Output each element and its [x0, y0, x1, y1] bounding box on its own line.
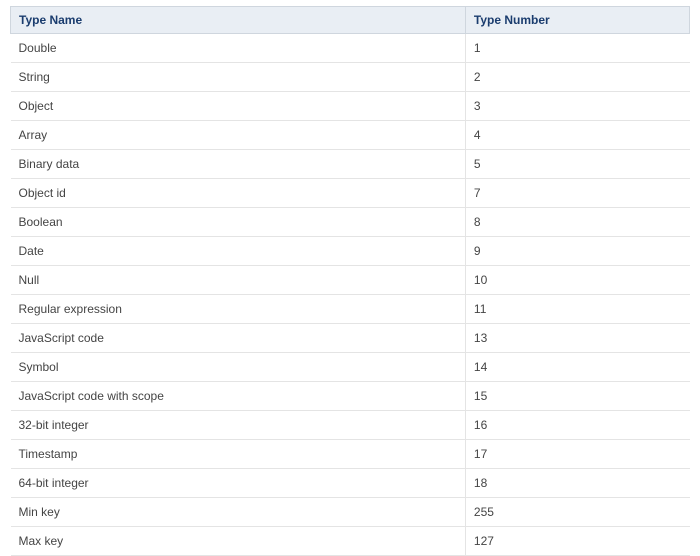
table-row: JavaScript code with scope 15 [11, 382, 690, 411]
cell-type-number: 15 [465, 382, 689, 411]
table-row: Max key 127 [11, 527, 690, 556]
cell-type-name: Min key [11, 498, 466, 527]
cell-type-name: Symbol [11, 353, 466, 382]
table-row: Boolean 8 [11, 208, 690, 237]
table-row: 64-bit integer 18 [11, 469, 690, 498]
cell-type-number: 13 [465, 324, 689, 353]
cell-type-name: JavaScript code [11, 324, 466, 353]
types-table: Type Name Type Number Double 1 String 2 … [10, 6, 690, 556]
table-row: Symbol 14 [11, 353, 690, 382]
cell-type-name: 32-bit integer [11, 411, 466, 440]
cell-type-name: Boolean [11, 208, 466, 237]
cell-type-number: 3 [465, 92, 689, 121]
cell-type-name: Date [11, 237, 466, 266]
cell-type-number: 4 [465, 121, 689, 150]
cell-type-number: 10 [465, 266, 689, 295]
cell-type-name: Double [11, 34, 466, 63]
cell-type-name: Null [11, 266, 466, 295]
table-row: Null 10 [11, 266, 690, 295]
table-row: Min key 255 [11, 498, 690, 527]
table-row: Date 9 [11, 237, 690, 266]
cell-type-number: 5 [465, 150, 689, 179]
cell-type-number: 9 [465, 237, 689, 266]
table-row: Binary data 5 [11, 150, 690, 179]
table-row: Array 4 [11, 121, 690, 150]
table-row: Object 3 [11, 92, 690, 121]
table-container: Type Name Type Number Double 1 String 2 … [0, 0, 700, 556]
cell-type-name: Object id [11, 179, 466, 208]
cell-type-name: Object [11, 92, 466, 121]
cell-type-number: 255 [465, 498, 689, 527]
table-row: Object id 7 [11, 179, 690, 208]
cell-type-name: Regular expression [11, 295, 466, 324]
table-row: JavaScript code 13 [11, 324, 690, 353]
cell-type-number: 16 [465, 411, 689, 440]
cell-type-number: 14 [465, 353, 689, 382]
table-row: Regular expression 11 [11, 295, 690, 324]
table-row: Timestamp 17 [11, 440, 690, 469]
cell-type-name: JavaScript code with scope [11, 382, 466, 411]
cell-type-number: 127 [465, 527, 689, 556]
cell-type-name: Timestamp [11, 440, 466, 469]
header-type-number: Type Number [465, 7, 689, 34]
cell-type-name: String [11, 63, 466, 92]
cell-type-number: 1 [465, 34, 689, 63]
cell-type-name: Max key [11, 527, 466, 556]
cell-type-name: Binary data [11, 150, 466, 179]
cell-type-name: 64-bit integer [11, 469, 466, 498]
table-row: String 2 [11, 63, 690, 92]
table-row: 32-bit integer 16 [11, 411, 690, 440]
cell-type-number: 17 [465, 440, 689, 469]
cell-type-number: 11 [465, 295, 689, 324]
cell-type-number: 2 [465, 63, 689, 92]
header-type-name: Type Name [11, 7, 466, 34]
cell-type-number: 7 [465, 179, 689, 208]
table-row: Double 1 [11, 34, 690, 63]
cell-type-number: 18 [465, 469, 689, 498]
table-header-row: Type Name Type Number [11, 7, 690, 34]
cell-type-name: Array [11, 121, 466, 150]
cell-type-number: 8 [465, 208, 689, 237]
